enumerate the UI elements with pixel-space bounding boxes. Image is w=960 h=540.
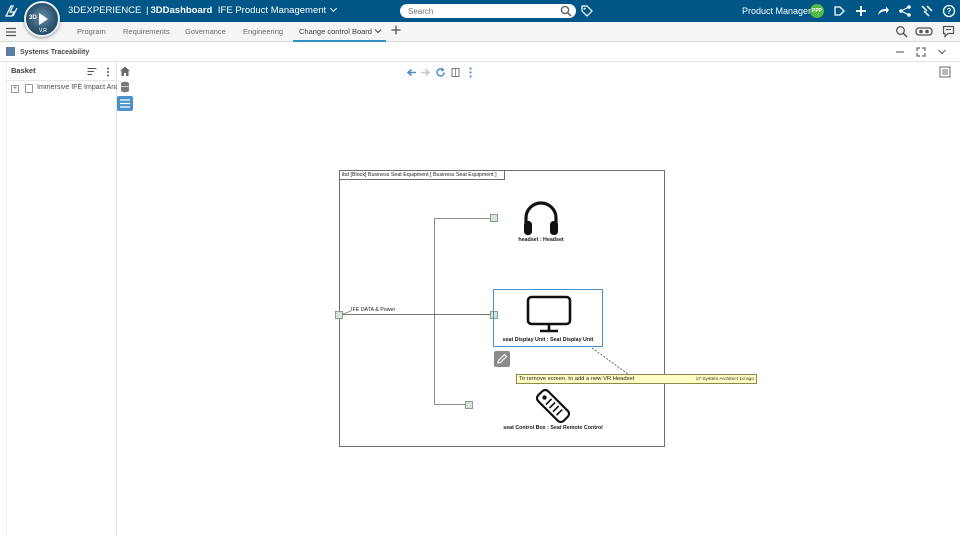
- headphones-icon[interactable]: [521, 199, 561, 238]
- note-anchor-line: [591, 347, 629, 375]
- connector-lines: [342, 218, 629, 405]
- headset-port[interactable]: [490, 214, 498, 222]
- frame-port[interactable]: [335, 311, 343, 319]
- play-icon: [39, 13, 48, 25]
- control-box-port[interactable]: [465, 401, 473, 409]
- part-label-display-unit: seat Display Unit : Seat Display Unit: [502, 337, 594, 343]
- note-text: To remove screen, to add a new VR Headse…: [519, 376, 635, 382]
- note-meta: 17 System Architect 1d ago: [695, 377, 754, 382]
- connector-label: IFE DATA & Power: [351, 307, 396, 313]
- compass-3d-label: 3D: [29, 15, 37, 21]
- remote-control-icon[interactable]: [533, 387, 573, 425]
- compass-version-label: V,R: [39, 28, 47, 34]
- edit-pencil-icon[interactable]: [494, 351, 510, 367]
- part-label-headset: headset : Headset: [518, 237, 564, 243]
- part-label-control-box: seat Control Box : Seat Remote Control: [503, 425, 603, 431]
- monitor-icon[interactable]: [526, 295, 572, 333]
- compass-icon[interactable]: 3D V,R: [24, 1, 60, 37]
